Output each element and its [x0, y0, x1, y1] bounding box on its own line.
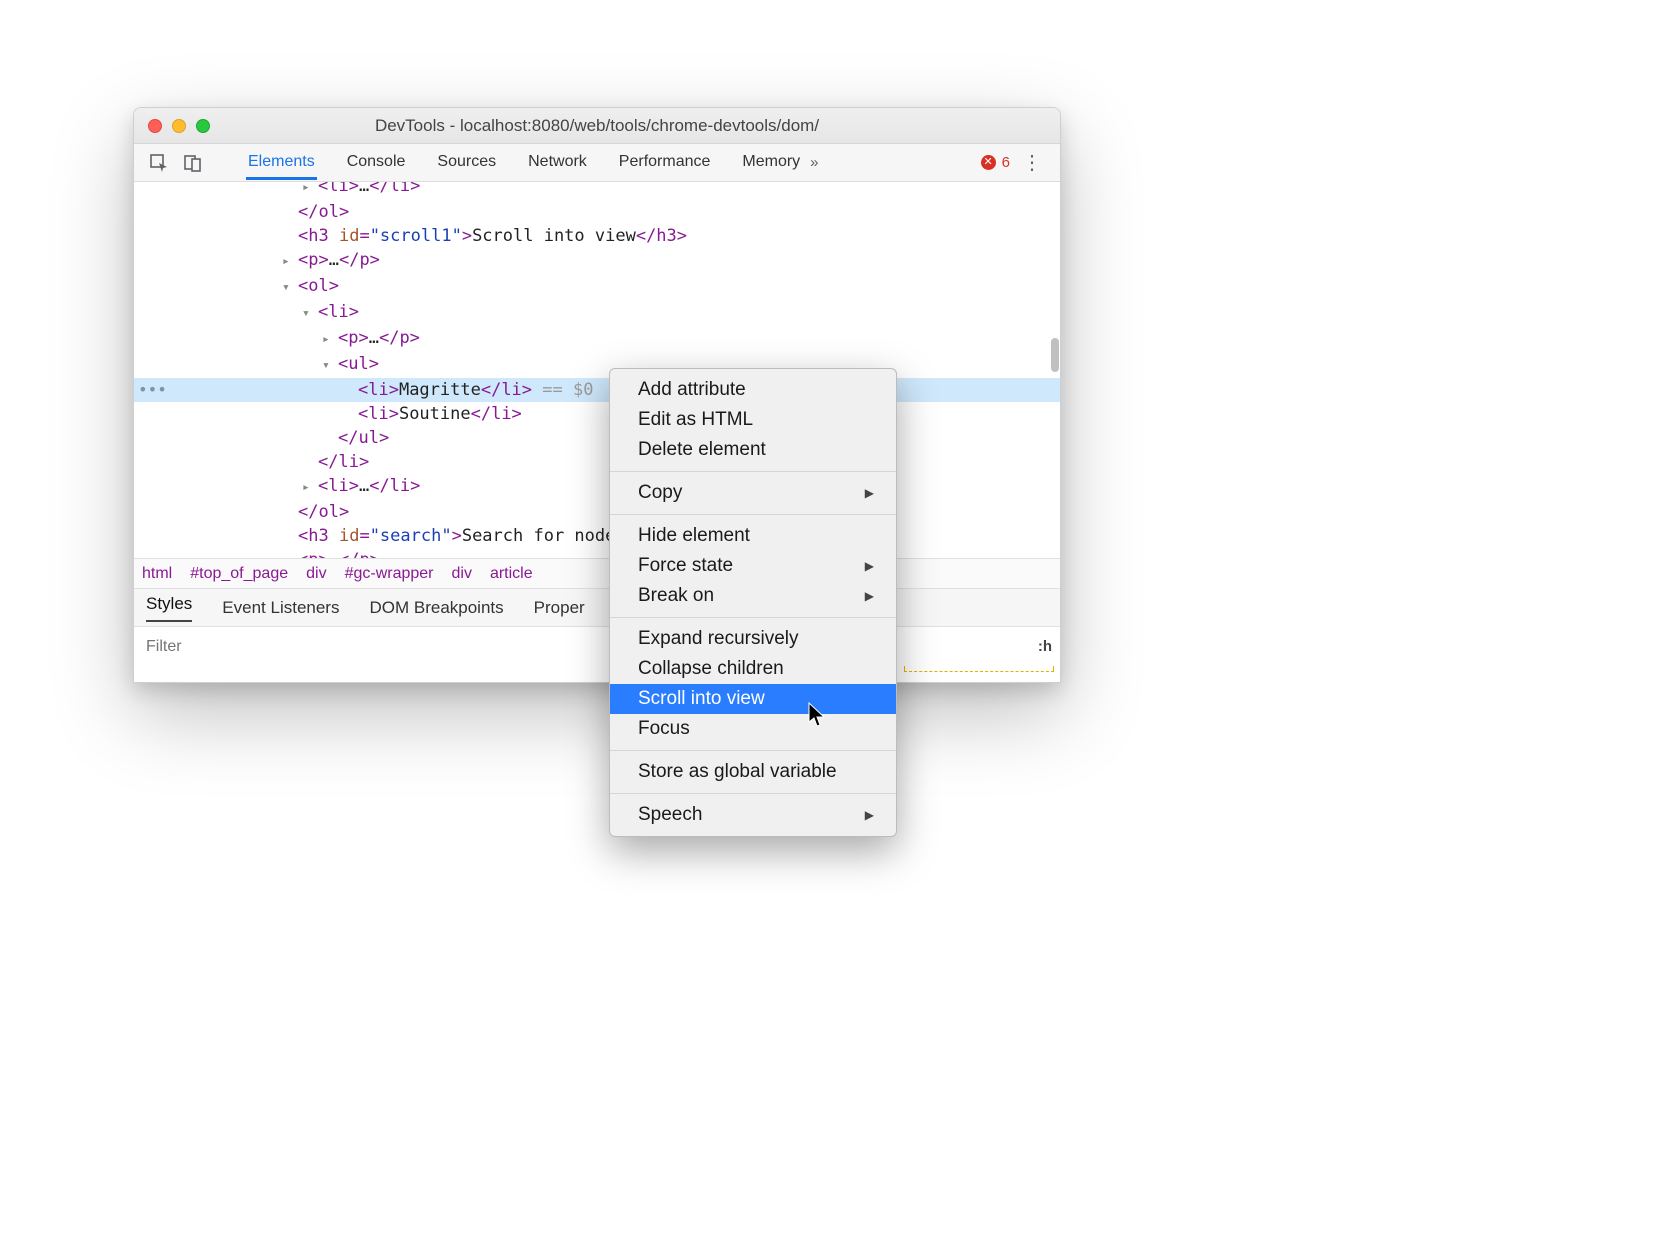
- ctx-separator: [610, 514, 896, 515]
- ctx-expand-recursively[interactable]: Expand recursively: [610, 624, 896, 654]
- styles-filter-row: :h: [134, 626, 1060, 666]
- dom-node[interactable]: <h3 id="scroll1">Scroll into view</h3>: [134, 224, 1060, 248]
- tab-elements[interactable]: Elements: [246, 145, 317, 180]
- devtools-toolbar: Elements Console Sources Network Perform…: [134, 144, 1060, 182]
- dom-node[interactable]: <p>…</p>: [134, 326, 1060, 352]
- ctx-speech-label: Speech: [638, 804, 702, 826]
- breadcrumb-item[interactable]: div: [452, 565, 472, 583]
- tab-sources[interactable]: Sources: [435, 145, 498, 180]
- tab-styles[interactable]: Styles: [146, 594, 192, 622]
- scrollbar-thumb[interactable]: [1051, 338, 1059, 372]
- breadcrumb-item[interactable]: div: [306, 565, 326, 583]
- dom-node[interactable]: <ol>: [134, 274, 1060, 300]
- tab-performance[interactable]: Performance: [617, 145, 713, 180]
- tab-properties[interactable]: Proper: [534, 598, 585, 618]
- dom-node-selected[interactable]: •••<li>Magritte</li> == $0: [134, 378, 1060, 402]
- ctx-copy[interactable]: Copy ▶: [610, 478, 896, 508]
- dom-node[interactable]: <p>…</p>: [134, 248, 1060, 274]
- panel-tabs: Elements Console Sources Network Perform…: [246, 145, 802, 180]
- breadcrumb-item[interactable]: html: [142, 565, 172, 583]
- more-tabs-icon[interactable]: »: [806, 154, 822, 171]
- ctx-break-on[interactable]: Break on ▶: [610, 581, 896, 611]
- dom-breadcrumbs[interactable]: html #top_of_page div #gc-wrapper div ar…: [134, 558, 1060, 588]
- dom-node[interactable]: <p>…</p>: [134, 548, 1060, 558]
- submenu-arrow-icon: ▶: [865, 486, 874, 500]
- window-title: DevTools - localhost:8080/web/tools/chro…: [134, 116, 1060, 136]
- devtools-window: DevTools - localhost:8080/web/tools/chro…: [133, 107, 1061, 683]
- settings-menu-icon[interactable]: ⋮: [1014, 150, 1050, 175]
- toggle-device-icon[interactable]: [178, 150, 208, 176]
- context-menu: Add attribute Edit as HTML Delete elemen…: [609, 368, 897, 837]
- dom-node[interactable]: </li>: [134, 450, 1060, 474]
- inspect-element-icon[interactable]: [144, 150, 174, 176]
- ctx-add-attribute[interactable]: Add attribute: [610, 375, 896, 405]
- error-counter[interactable]: ✕ 6: [981, 154, 1010, 171]
- ctx-focus[interactable]: Focus: [610, 714, 896, 744]
- ctx-hide-element[interactable]: Hide element: [610, 521, 896, 551]
- ctx-separator: [610, 471, 896, 472]
- traffic-lights: [148, 119, 210, 133]
- ctx-force-state[interactable]: Force state ▶: [610, 551, 896, 581]
- submenu-arrow-icon: ▶: [865, 559, 874, 573]
- breadcrumb-item[interactable]: article: [490, 565, 533, 583]
- ctx-store-global[interactable]: Store as global variable: [610, 757, 896, 787]
- dom-node[interactable]: </ol>: [134, 200, 1060, 224]
- elements-tree[interactable]: <li>…</li> </ol> <h3 id="scroll1">Scroll…: [134, 182, 1060, 558]
- ctx-separator: [610, 617, 896, 618]
- tab-network[interactable]: Network: [526, 145, 589, 180]
- dom-node[interactable]: <ul>: [134, 352, 1060, 378]
- box-model-strip: [904, 666, 1054, 672]
- ctx-force-state-label: Force state: [638, 555, 733, 577]
- ctx-edit-as-html[interactable]: Edit as HTML: [610, 405, 896, 435]
- tab-dom-breakpoints[interactable]: DOM Breakpoints: [369, 598, 503, 618]
- dom-node[interactable]: <h3 id="search">Search for node: [134, 524, 1060, 548]
- ctx-delete-element[interactable]: Delete element: [610, 435, 896, 465]
- breadcrumb-item[interactable]: #gc-wrapper: [345, 565, 434, 583]
- ctx-separator: [610, 750, 896, 751]
- error-count: 6: [1002, 154, 1010, 171]
- submenu-arrow-icon: ▶: [865, 808, 874, 822]
- tab-event-listeners[interactable]: Event Listeners: [222, 598, 339, 618]
- tab-console[interactable]: Console: [345, 145, 408, 180]
- ctx-scroll-into-view[interactable]: Scroll into view: [610, 684, 896, 714]
- titlebar: DevTools - localhost:8080/web/tools/chro…: [134, 108, 1060, 144]
- ctx-speech[interactable]: Speech ▶: [610, 800, 896, 830]
- tab-memory[interactable]: Memory: [740, 145, 802, 180]
- dom-node[interactable]: </ul>: [134, 426, 1060, 450]
- dom-node[interactable]: <li>…</li>: [134, 182, 1060, 200]
- dom-node[interactable]: <li>…</li>: [134, 474, 1060, 500]
- minimize-window-button[interactable]: [172, 119, 186, 133]
- close-window-button[interactable]: [148, 119, 162, 133]
- styles-subpanel-tabs: Styles Event Listeners DOM Breakpoints P…: [134, 588, 1060, 626]
- dom-node[interactable]: <li>: [134, 300, 1060, 326]
- error-icon: ✕: [981, 155, 996, 170]
- toggle-hov-button[interactable]: :h: [1030, 638, 1060, 655]
- zoom-window-button[interactable]: [196, 119, 210, 133]
- ctx-break-on-label: Break on: [638, 585, 714, 607]
- dom-node[interactable]: </ol>: [134, 500, 1060, 524]
- dom-node[interactable]: <li>Soutine</li>: [134, 402, 1060, 426]
- submenu-arrow-icon: ▶: [865, 589, 874, 603]
- breadcrumb-item[interactable]: #top_of_page: [190, 565, 288, 583]
- ctx-copy-label: Copy: [638, 482, 682, 504]
- ctx-collapse-children[interactable]: Collapse children: [610, 654, 896, 684]
- ctx-separator: [610, 793, 896, 794]
